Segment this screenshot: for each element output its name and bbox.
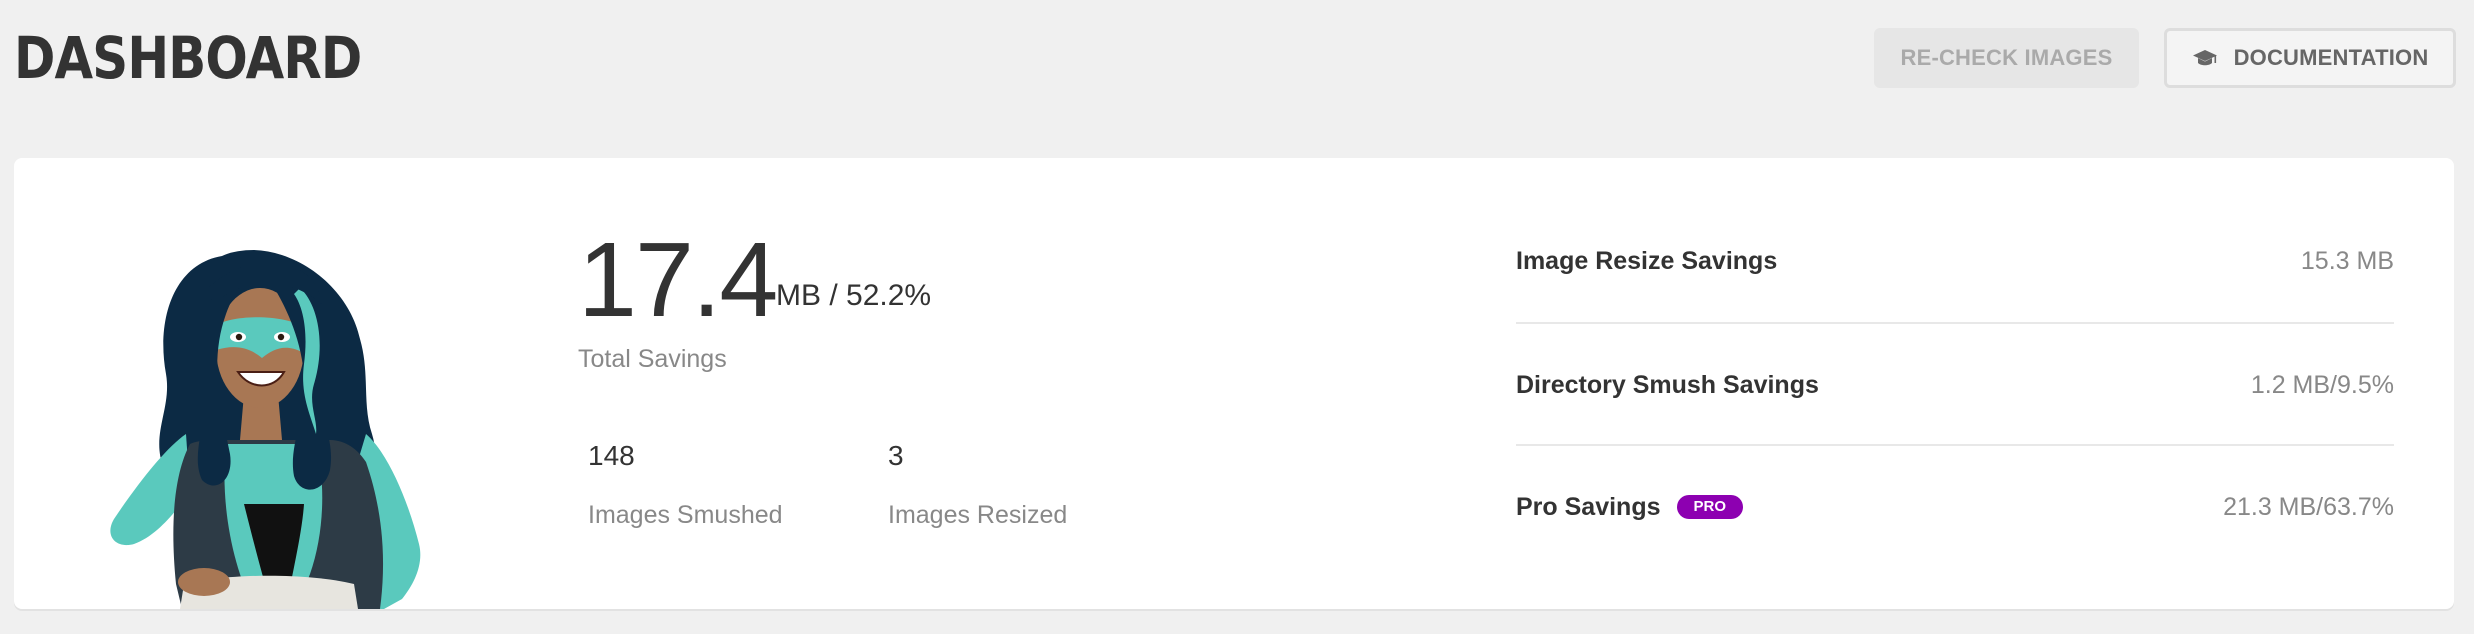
savings-row-image-resize: Image Resize Savings 15.3 MB [1516,200,2394,322]
summary-card: 17.4 MB / 52.2% Total Savings 148 Images… [14,158,2454,609]
savings-row-pro: Pro Savings PRO 21.3 MB/63.7% [1516,446,2394,568]
graduation-cap-icon [2192,48,2218,68]
documentation-label: DOCUMENTATION [2233,45,2429,70]
recheck-images-button[interactable]: RE-CHECK IMAGES [1874,28,2139,88]
savings-row-value: 15.3 MB [2300,246,2394,275]
total-savings-label: Total Savings [578,345,727,373]
savings-row-directory-smush: Directory Smush Savings 1.2 MB/9.5% [1516,324,2394,446]
page-title: DASHBOARD [14,24,362,92]
mascot-illustration [110,250,421,609]
savings-row-value: 21.3 MB/63.7% [2223,492,2394,521]
savings-row-label-wrap: Pro Savings PRO [1516,492,1744,522]
savings-row-label: Image Resize Savings [1516,246,1778,275]
documentation-button[interactable]: DOCUMENTATION [2164,28,2456,88]
savings-row-value: 1.2 MB/9.5% [2250,370,2394,399]
total-savings-unit: MB / 52.2% [776,279,932,312]
images-resized-label: Images Resized [888,501,1068,529]
savings-row-label: Pro Savings [1516,492,1661,521]
images-resized-count: 3 [888,440,904,471]
total-savings-value: 17.4 [578,221,778,339]
pro-badge: PRO [1676,495,1744,519]
savings-row-label: Directory Smush Savings [1516,370,1819,399]
images-smushed-label: Images Smushed [588,501,783,529]
images-smushed-count: 148 [588,440,635,471]
